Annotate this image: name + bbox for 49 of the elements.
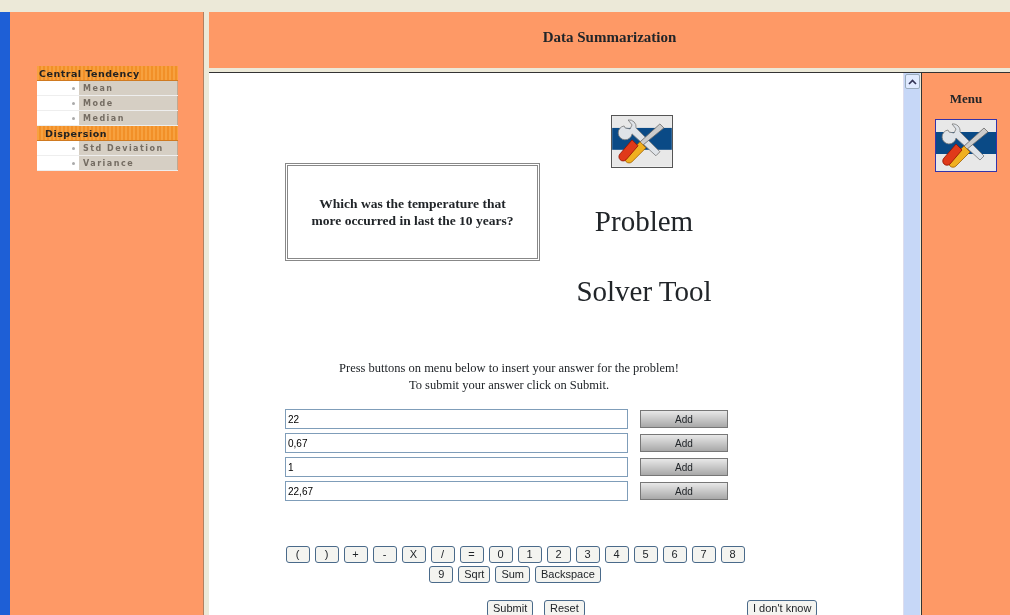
key-button[interactable]: Sum <box>495 566 530 583</box>
key-button[interactable]: 1 <box>517 546 542 563</box>
instruction-text: Press buttons on menu below to insert your answer for the problem! <box>338 360 680 377</box>
bullet-icon <box>72 86 75 90</box>
answer-field[interactable]: 22 <box>285 409 628 429</box>
key-button[interactable]: Sqrt <box>458 566 491 583</box>
key-button[interactable]: = <box>459 546 484 563</box>
key-button[interactable]: 6 <box>662 546 687 563</box>
key-button[interactable]: 4 <box>604 546 629 563</box>
tool-title: Solver Tool <box>575 274 713 309</box>
add-button[interactable]: Add <box>640 458 728 476</box>
key-button[interactable]: X <box>401 546 426 563</box>
bullet-icon <box>72 161 75 165</box>
key-button[interactable]: 5 <box>633 546 658 563</box>
menu-heading[interactable]: Dispersion <box>37 126 178 141</box>
key-button[interactable]: / <box>430 546 455 563</box>
question-text: Which was the temperature that more occurred in last the 10 years? <box>285 163 540 261</box>
scrollbar[interactable] <box>903 73 920 615</box>
submit-button[interactable]: Submit <box>487 600 534 615</box>
answer-field[interactable]: 1 <box>285 457 628 477</box>
key-button[interactable]: - <box>372 546 397 563</box>
bullet-icon <box>72 146 75 150</box>
menu-heading[interactable]: Central Tendency <box>37 66 178 81</box>
answer-field[interactable]: 22,67 <box>285 481 628 501</box>
reset-button[interactable]: Reset <box>544 600 585 615</box>
key-button[interactable]: 3 <box>575 546 600 563</box>
key-button[interactable]: Backspace <box>535 566 601 583</box>
tool-title: Problem <box>593 204 695 239</box>
instruction-text: To submit your answer click on Submit. <box>407 377 611 394</box>
key-button[interactable]: 8 <box>720 546 745 563</box>
tools-icon <box>611 115 673 168</box>
page-title: Data Summarization <box>209 12 1010 68</box>
menu-title: Menu <box>948 90 984 108</box>
key-button[interactable]: 0 <box>488 546 513 563</box>
dont-know-button[interactable]: I don't know <box>747 600 818 615</box>
add-button[interactable]: Add <box>640 410 728 428</box>
tools-icon[interactable] <box>936 119 996 171</box>
bullet-icon <box>72 116 75 120</box>
key-button[interactable]: ) <box>314 546 339 563</box>
answer-field[interactable]: 0,67 <box>285 433 628 453</box>
key-button[interactable]: 7 <box>691 546 716 563</box>
key-button[interactable]: 2 <box>546 546 571 563</box>
add-button[interactable]: Add <box>640 434 728 452</box>
add-button[interactable]: Add <box>640 482 728 500</box>
bullet-icon <box>72 101 75 105</box>
key-button[interactable]: + <box>343 546 368 563</box>
scroll-up-icon[interactable] <box>907 78 917 85</box>
key-button[interactable]: 9 <box>429 566 454 583</box>
key-button[interactable]: ( <box>285 546 310 563</box>
